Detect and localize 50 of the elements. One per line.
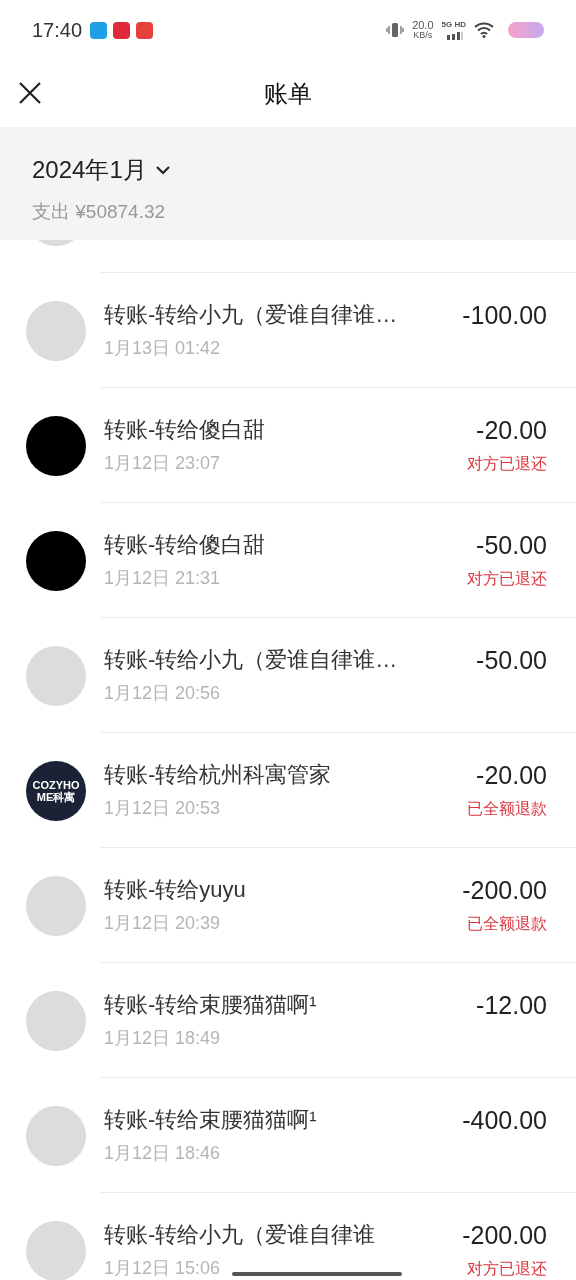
transaction-amount: -50.00 [476,531,547,559]
signal-icon [444,32,463,40]
month-picker[interactable]: 2024年1月 [32,152,171,188]
transaction-title: 转账-转给束腰猫猫啊¹ [104,1106,317,1134]
refund-status: 对方已退还 [467,1259,547,1279]
wifi-icon [474,22,494,38]
transaction-amount: -20.00 [476,761,547,789]
transaction-date: 1月12日 20:39 [104,912,221,934]
status-time: 17:40 [32,18,83,43]
logo-text: COZYHOME科寓 [31,778,81,803]
transaction-title: 转账-转给杭州科寓管家 [104,761,332,789]
vibrate-icon [386,22,405,38]
speed-unit: KB/s [413,30,433,40]
network-speed: 20.0 [412,20,434,30]
transaction-date: 1月12日 20:56 [104,682,221,704]
transaction-amount: -50.00 [476,646,547,674]
transaction-amount: -20.00 [476,416,547,444]
app-icon [136,21,154,39]
transaction-date: 1月13日 01:42 [104,337,221,359]
transaction-amount: -400.00 [462,1106,547,1134]
transaction-date: 1月12日 15:06 [104,1257,221,1279]
transaction-date: 1月12日 20:53 [104,797,221,819]
transaction-title: 转账-转给小九（爱谁自律谁 [104,1221,376,1249]
transaction-amount: -200.00 [462,1221,547,1249]
page-title: 账单 [264,78,312,109]
transaction-date: 1月12日 21:31 [104,567,221,589]
refund-status: 对方已退还 [467,454,547,474]
transaction-date: 1月12日 23:07 [104,452,221,474]
chevron-down-icon [154,165,171,175]
transaction-date: 1月12日 18:49 [104,1027,221,1049]
refund-status: 已全额退款 [467,799,547,819]
refund-status: 已全额退款 [467,914,547,934]
network-type: 5G HD [441,20,466,30]
transaction-amount: -100.00 [462,301,547,329]
app-icon [90,21,108,39]
transaction-amount: -200.00 [462,876,547,904]
transaction-amount: -12.00 [476,991,547,1019]
app-icon [113,21,131,39]
transaction-title: 转账-转给yuyu [104,876,246,904]
avatar [26,1220,86,1280]
transaction-title: 转账-转给小九（爱谁自律谁… [104,301,398,329]
transaction-title: 转账-转给小九（爱谁自律谁… [104,646,398,674]
transaction-date: 1月12日 18:46 [104,1142,221,1164]
expense-total: 支出 ¥50874.32 [32,200,167,224]
transaction-title: 转账-转给束腰猫猫啊¹ [104,991,317,1019]
transaction-title: 转账-转给傻白甜 [104,531,266,559]
close-icon[interactable] [18,81,42,105]
transaction-title: 转账-转给傻白甜 [104,416,266,444]
battery-icon [508,22,544,38]
refund-status: 对方已退还 [467,569,547,589]
